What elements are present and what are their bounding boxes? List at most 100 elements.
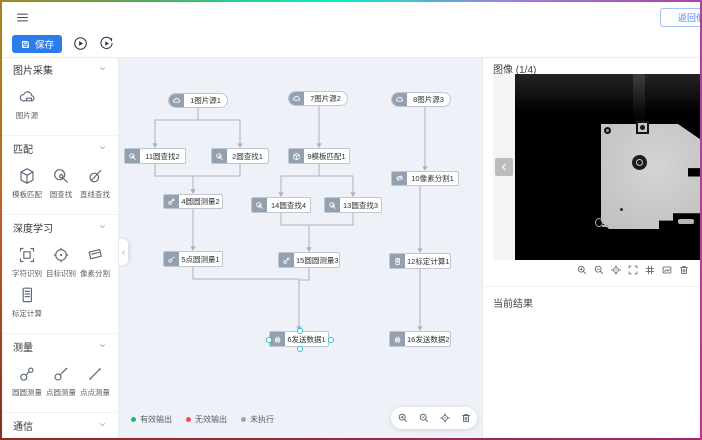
chevron-down-icon	[98, 420, 107, 429]
node-1[interactable]: 1图片源1	[168, 93, 228, 108]
line-find-icon	[85, 166, 105, 186]
connection-handle[interactable]	[266, 337, 272, 343]
node-12[interactable]: 12标定计算1	[389, 253, 451, 269]
point-circle-icon	[51, 364, 71, 384]
cloud-icon	[395, 95, 404, 104]
sidebar-section-4: 通信	[2, 413, 118, 438]
ocr-icon	[17, 245, 37, 265]
viewer-grid-button[interactable]	[644, 264, 656, 276]
run-loop-button[interactable]	[98, 35, 115, 52]
node-8[interactable]: 8图片源3	[391, 92, 451, 107]
legend-dot	[186, 417, 191, 422]
circle-find-icon	[215, 152, 224, 161]
node-2[interactable]: 2圆查找1	[211, 148, 269, 164]
circle-find-icon	[255, 201, 264, 210]
top-bar: 返回低代	[2, 2, 700, 31]
node-label: 9模板匹配1	[304, 149, 349, 163]
node-label: 8图片源3	[407, 93, 450, 106]
edge-layer	[119, 57, 482, 438]
plate-glint	[678, 219, 694, 224]
node-10[interactable]: 10像素分割1	[391, 171, 459, 186]
section-title: 测量	[13, 339, 33, 354]
circle-circle-icon	[279, 253, 294, 267]
chevron-down-icon	[98, 143, 107, 152]
viewer-fullscreen-button[interactable]	[627, 264, 639, 276]
play-loop-icon	[98, 35, 115, 52]
circle-find-icon	[212, 149, 227, 163]
template-match-icon	[289, 149, 304, 163]
app-window: 返回低代 保存 图片采集图片源匹配模板匹配圆查找直线查找深度学习字符识别目标识别…	[0, 0, 702, 440]
node-7[interactable]: 7图片源2	[288, 91, 348, 106]
node-14[interactable]: 14圆查找4	[251, 197, 311, 213]
viewer-compare-button[interactable]	[661, 264, 673, 276]
node-label: 4圆圆测量2	[179, 195, 222, 208]
template-match-icon	[17, 166, 37, 186]
tool-目标识别[interactable]: 目标识别	[44, 245, 78, 279]
connection-handle[interactable]	[297, 328, 303, 334]
prev-image-button[interactable]	[495, 158, 513, 176]
tool-label: 圆圆测量	[12, 387, 42, 398]
section-header[interactable]: 通信	[2, 413, 118, 437]
viewer-toolbar	[576, 264, 690, 276]
node-11[interactable]: 11圆查找2	[124, 148, 186, 164]
legend-label: 无效输出	[195, 414, 227, 425]
edge-14-15	[281, 213, 309, 248]
section-header[interactable]: 深度学习	[2, 215, 118, 239]
chevron-down-icon	[98, 341, 107, 350]
point-circle-icon	[164, 252, 179, 266]
tool-图片源[interactable]: 图片源	[10, 87, 44, 121]
send-data-icon	[273, 335, 282, 344]
tool-圆圆测量[interactable]: 圆圆测量	[10, 364, 44, 398]
edge-11-4	[155, 164, 193, 190]
sidebar-collapse-handle[interactable]	[119, 239, 128, 265]
circle-find-icon	[51, 166, 71, 186]
node-6[interactable]: 6发送数据1	[269, 331, 329, 347]
flow-canvas[interactable]: 1图片源1 7图片源2 8图片源3 11圆查找2 2圆查找1 9模板匹配1 10像素分割1 4…	[119, 57, 482, 438]
tool-字符识别[interactable]: 字符识别	[10, 245, 44, 279]
back-button[interactable]: 返回低代	[660, 8, 702, 27]
sidebar-section-2: 深度学习字符识别目标识别像素分割标定计算	[2, 215, 118, 334]
tool-标定计算[interactable]: 标定计算	[10, 285, 44, 319]
canvas-zoom-in-button[interactable]	[397, 412, 409, 424]
save-button[interactable]: 保存	[12, 35, 62, 53]
node-label: 13圆查找3	[340, 198, 381, 212]
run-once-button[interactable]	[72, 35, 89, 52]
tool-label: 标定计算	[12, 308, 42, 319]
circle-circle-icon	[17, 364, 37, 384]
connection-handle[interactable]	[297, 346, 303, 352]
viewer-locate-button[interactable]	[610, 264, 622, 276]
section-items: 字符识别目标识别像素分割标定计算	[2, 239, 118, 327]
viewer-trash-button[interactable]	[678, 264, 690, 276]
menu-icon[interactable]	[14, 9, 30, 25]
section-header[interactable]: 图片采集	[2, 57, 118, 81]
tool-像素分割[interactable]: 像素分割	[78, 245, 112, 279]
tool-label: 直线查找	[80, 189, 110, 200]
node-15[interactable]: 15圆圆测量3	[278, 252, 340, 268]
canvas-locate-button[interactable]	[439, 412, 451, 424]
tool-label: 点点测量	[80, 387, 110, 398]
edge-13-15	[309, 213, 353, 248]
tool-直线查找[interactable]: 直线查找	[78, 166, 112, 200]
canvas-zoom-out-button[interactable]	[418, 412, 430, 424]
node-13[interactable]: 13圆查找3	[324, 197, 382, 213]
legend-item: 有效输出	[131, 414, 172, 425]
connection-handle[interactable]	[328, 337, 334, 343]
canvas-trash-button[interactable]	[460, 412, 472, 424]
node-16[interactable]: 16发送数据2	[389, 331, 451, 347]
section-header[interactable]: 匹配	[2, 136, 118, 160]
tool-点点测量[interactable]: 点点测量	[78, 364, 112, 398]
chevron-left-icon	[498, 161, 510, 173]
chevron-down-icon	[98, 222, 107, 231]
node-5[interactable]: 5点圆测量1	[163, 251, 223, 267]
section-header[interactable]: 测量	[2, 334, 118, 358]
tool-label: 字符识别	[12, 268, 42, 279]
node-4[interactable]: 4圆圆测量2	[163, 194, 223, 209]
tool-模板匹配[interactable]: 模板匹配	[10, 166, 44, 200]
tool-点圆测量[interactable]: 点圆测量	[44, 364, 78, 398]
viewer-zoom-out-button[interactable]	[593, 264, 605, 276]
viewer-zoom-in-button[interactable]	[576, 264, 588, 276]
node-9[interactable]: 9模板匹配1	[288, 148, 350, 164]
node-label: 10像素分割1	[407, 172, 458, 185]
tool-圆查找[interactable]: 圆查找	[44, 166, 78, 200]
edge-1-2	[198, 108, 240, 144]
